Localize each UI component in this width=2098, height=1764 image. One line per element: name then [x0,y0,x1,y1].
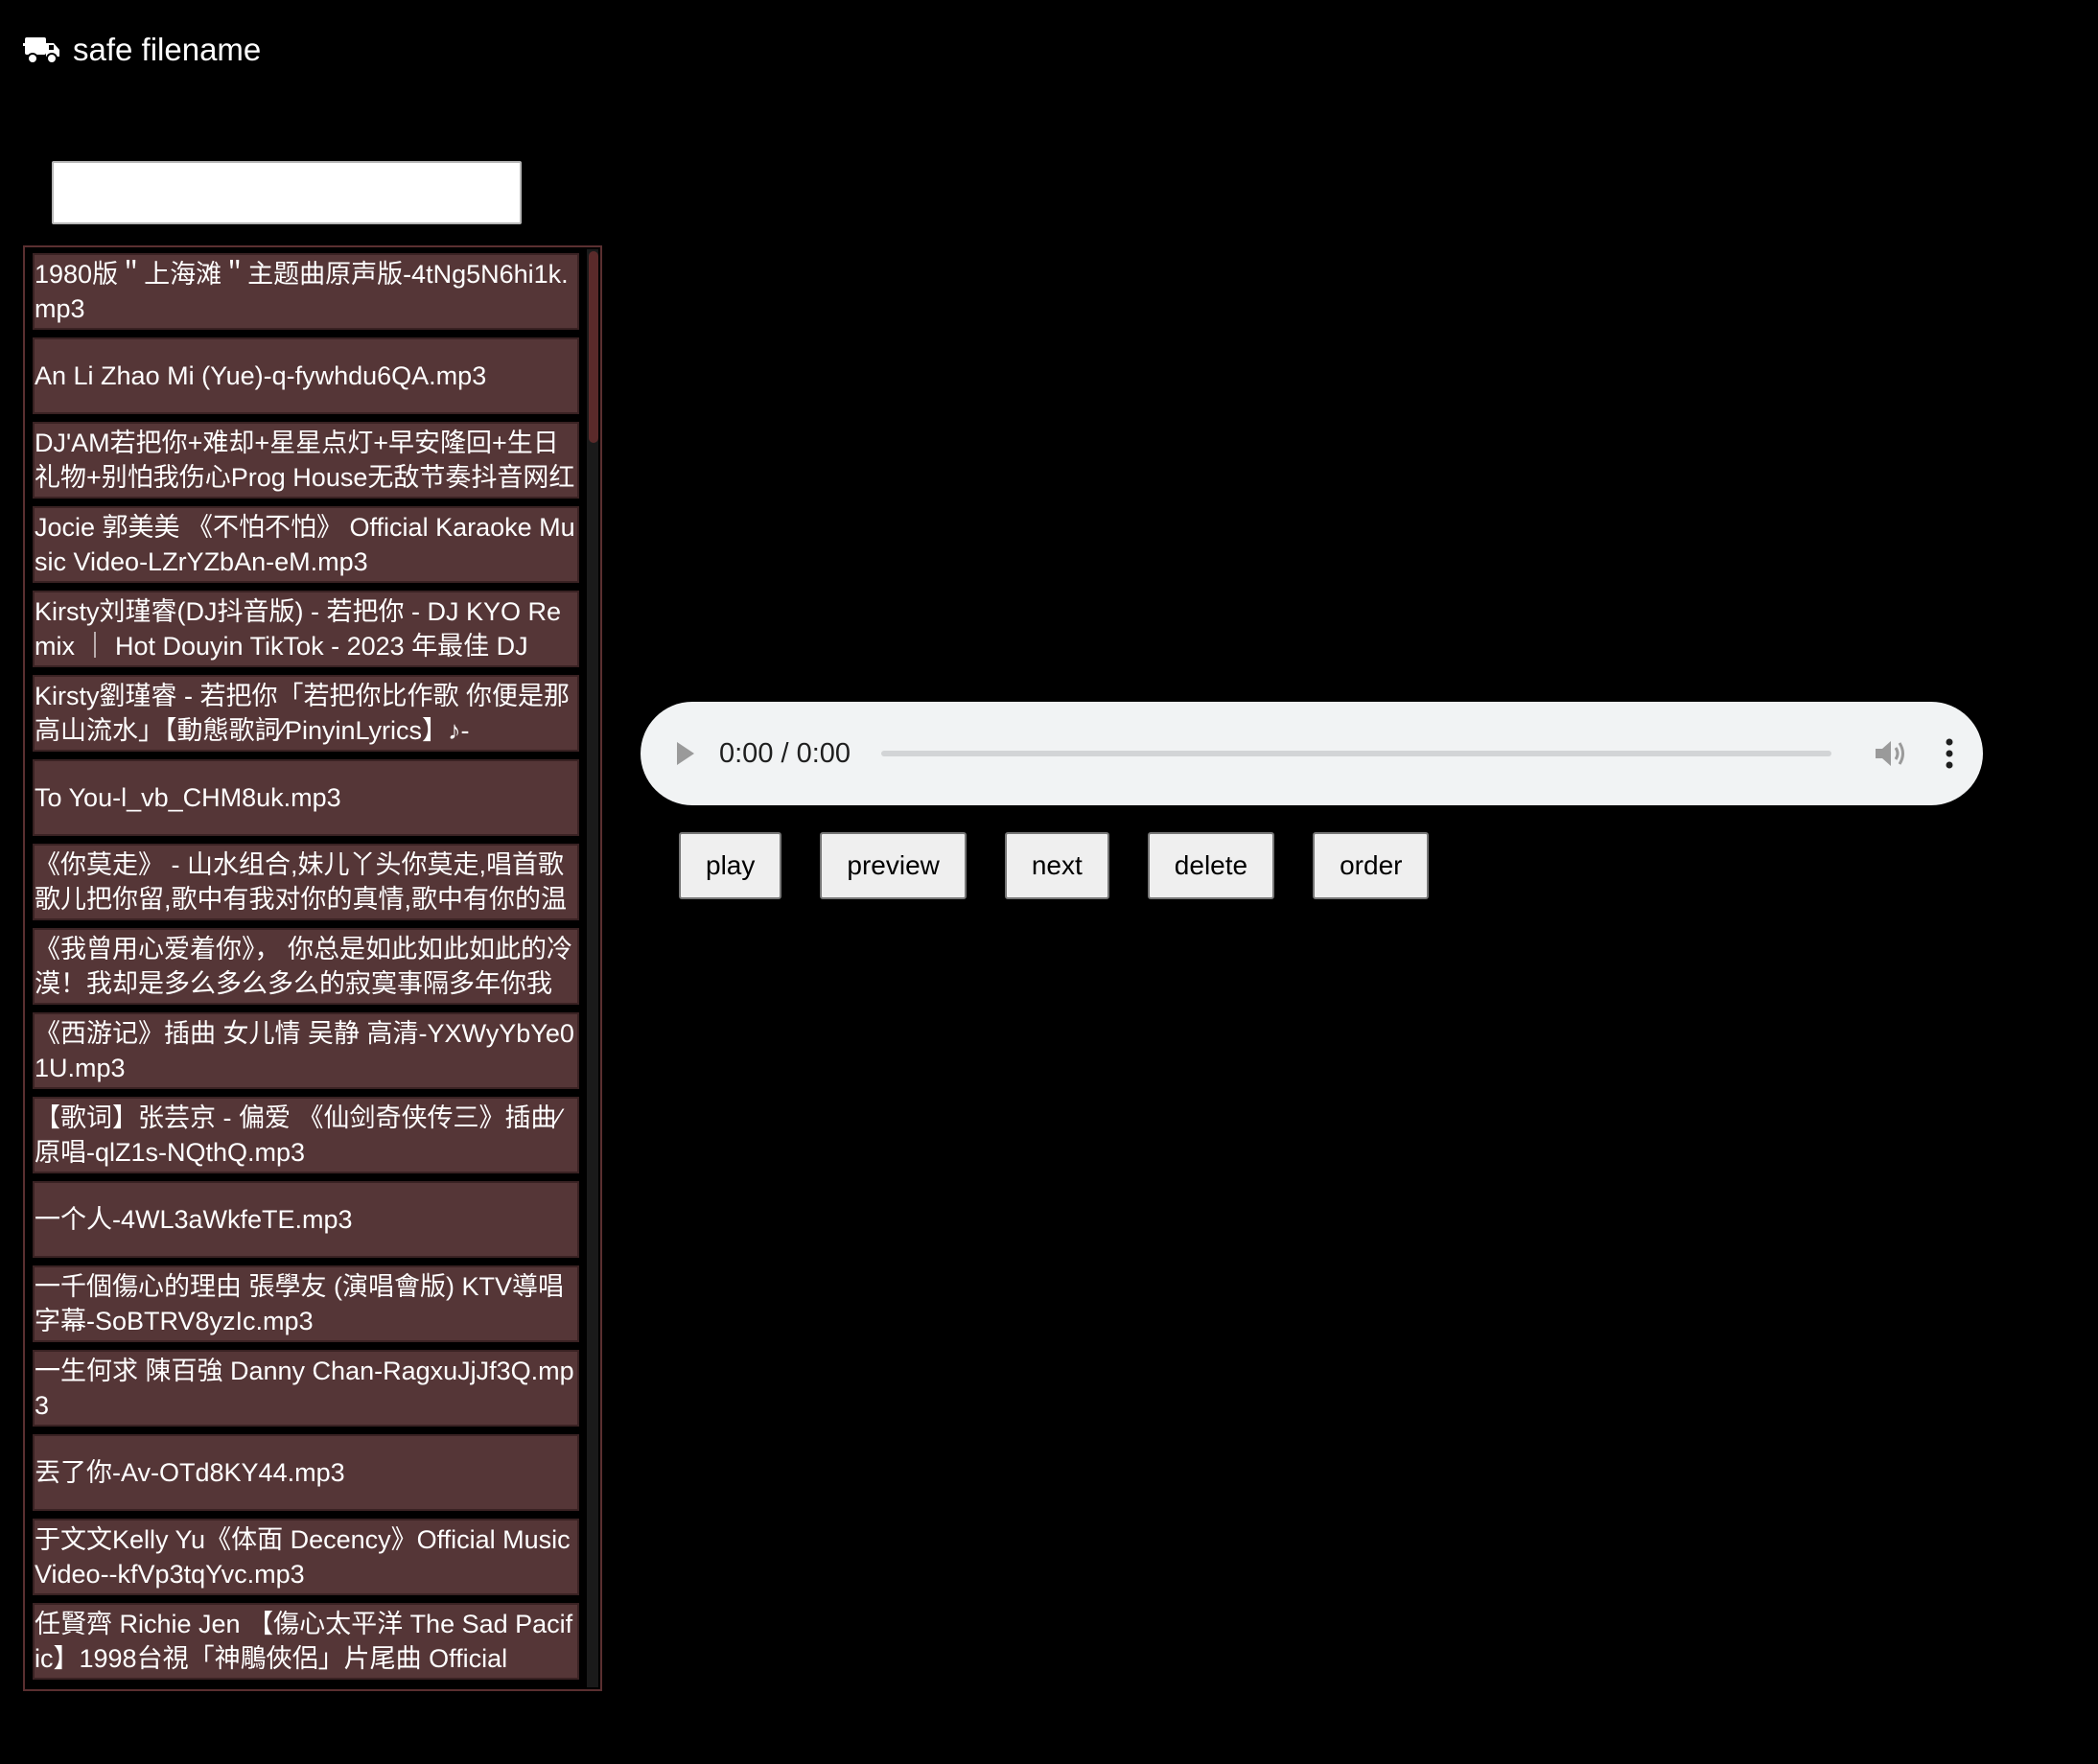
playlist[interactable]: 1980版＂上海滩＂主题曲原声版-4tNg5N6hi1k.mp3 An Li Zh… [23,245,602,1691]
playlist-scrollbar-thumb[interactable] [589,251,598,443]
playlist-item[interactable]: 于文文Kelly Yu《体面 Decency》Official Music Vi… [33,1519,579,1595]
playlist-item[interactable]: 任賢齊 Richie Jen 【傷心太平洋 The Sad Pacific】19… [33,1603,579,1680]
playlist-item[interactable]: 一生何求 陳百強 Danny Chan-RagxuJjJf3Q.mp3 [33,1350,579,1427]
play-icon[interactable] [675,740,696,767]
playlist-item-label: 任賢齊 Richie Jen 【傷心太平洋 The Sad Pacific】19… [35,1610,573,1673]
playlist-item-label: 《我曾用心爱着你》， 你总是如此如此如此的冷漠！我却是多么多么多么的寂寞事隔多年… [35,935,573,998]
playlist-item-label: 《西游记》插曲 女儿情 吴静 高清-YXWyYbYe01U.mp3 [35,1019,574,1082]
playlist-item-label: 【歌词】张芸京 - 偏爱 《仙剑奇侠传三》插曲⁄原唱-qlZ1s-NQthQ.m… [35,1103,562,1167]
delete-button[interactable]: delete [1147,832,1275,899]
app-title: safe filename [73,32,262,67]
playlist-item[interactable]: 《你莫走》 - 山水组合,妹儿丫头你莫走,唱首歌歌儿把你留,歌中有我对你的真情,… [33,844,579,920]
playlist-item[interactable]: DJ'AM若把你+难却+星星点灯+早安隆回+生日礼物+别怕我伤心Prog Hou… [33,422,579,499]
time-display: 0:00 / 0:00 [719,737,851,769]
playlist-item[interactable]: An Li Zhao Mi (Yue)-q-fywhdu6QA.mp3 [33,337,579,414]
playlist-item-label: 丟了你-Av-OTd8KY44.mp3 [35,1458,345,1487]
search-input[interactable] [52,161,522,224]
playlist-item[interactable]: Kirsty刘瑾睿(DJ抖音版) - 若把你 - DJ KYO Remix ｜ … [33,591,579,667]
next-button[interactable]: next [1004,832,1109,899]
playlist-item[interactable]: 《我曾用心爱着你》， 你总是如此如此如此的冷漠！我却是多么多么多么的寂寞事隔多年… [33,928,579,1005]
controls: play preview next delete order [679,832,1430,899]
playlist-item[interactable]: 1980版＂上海滩＂主题曲原声版-4tNg5N6hi1k.mp3 [33,253,579,330]
playlist-item-label: 1980版＂上海滩＂主题曲原声版-4tNg5N6hi1k.mp3 [35,260,569,323]
order-button[interactable]: order [1313,832,1430,899]
progress-bar[interactable] [881,751,1831,756]
preview-button[interactable]: preview [820,832,967,899]
playlist-item-label: To You-l_vb_CHM8uk.mp3 [35,783,341,812]
playlist-item[interactable]: 一千個傷心的理由 張學友 (演唱會版) KTV導唱字幕-SoBTRV8yzIc.… [33,1265,579,1342]
playlist-item[interactable]: Jocie 郭美美 《不怕不怕》 Official Karaoke Music … [33,506,579,583]
playlist-item-label: 一生何求 陳百強 Danny Chan-RagxuJjJf3Q.mp3 [35,1357,574,1420]
playlist-item[interactable]: 丟了你-Av-OTd8KY44.mp3 [33,1434,579,1511]
playlist-item-label: Kirsty劉瑾睿 - 若把你「若把你比作歌 你便是那高山流水」【動態歌詞⁄Pi… [35,682,570,745]
playlist-item-label: DJ'AM若把你+难却+星星点灯+早安隆回+生日礼物+别怕我伤心Prog Hou… [35,429,575,492]
playlist-scrollbar[interactable] [587,249,598,1687]
more-options-icon[interactable] [1945,738,1954,769]
playlist-item-label: Jocie 郭美美 《不怕不怕》 Official Karaoke Music … [35,513,575,576]
volume-icon[interactable] [1874,737,1908,770]
playlist-item-label: 《你莫走》 - 山水组合,妹儿丫头你莫走,唱首歌歌儿把你留,歌中有我对你的真情,… [35,850,568,914]
playlist-item-label: 于文文Kelly Yu《体面 Decency》Official Music Vi… [35,1525,571,1589]
playlist-item[interactable]: 【歌词】张芸京 - 偏爱 《仙剑奇侠传三》插曲⁄原唱-qlZ1s-NQthQ.m… [33,1097,579,1173]
audio-player: 0:00 / 0:00 [641,702,1983,805]
playlist-item[interactable]: To You-l_vb_CHM8uk.mp3 [33,759,579,836]
app-header: safe filename [23,29,261,71]
playlist-item-label: Kirsty刘瑾睿(DJ抖音版) - 若把你 - DJ KYO Remix ｜ … [35,597,562,661]
truck-icon [23,37,59,64]
playlist-items: 1980版＂上海滩＂主题曲原声版-4tNg5N6hi1k.mp3 An Li Zh… [33,253,579,1683]
playlist-item[interactable]: Kirsty劉瑾睿 - 若把你「若把你比作歌 你便是那高山流水」【動態歌詞⁄Pi… [33,675,579,752]
playlist-item-label: An Li Zhao Mi (Yue)-q-fywhdu6QA.mp3 [35,361,487,390]
playlist-item[interactable]: 一个人-4WL3aWkfeTE.mp3 [33,1181,579,1258]
playlist-item[interactable]: 《西游记》插曲 女儿情 吴静 高清-YXWyYbYe01U.mp3 [33,1012,579,1089]
playlist-item-label: 一千個傷心的理由 張學友 (演唱會版) KTV導唱字幕-SoBTRV8yzIc.… [35,1272,564,1335]
play-button[interactable]: play [679,832,782,899]
playlist-item-label: 一个人-4WL3aWkfeTE.mp3 [35,1205,353,1234]
